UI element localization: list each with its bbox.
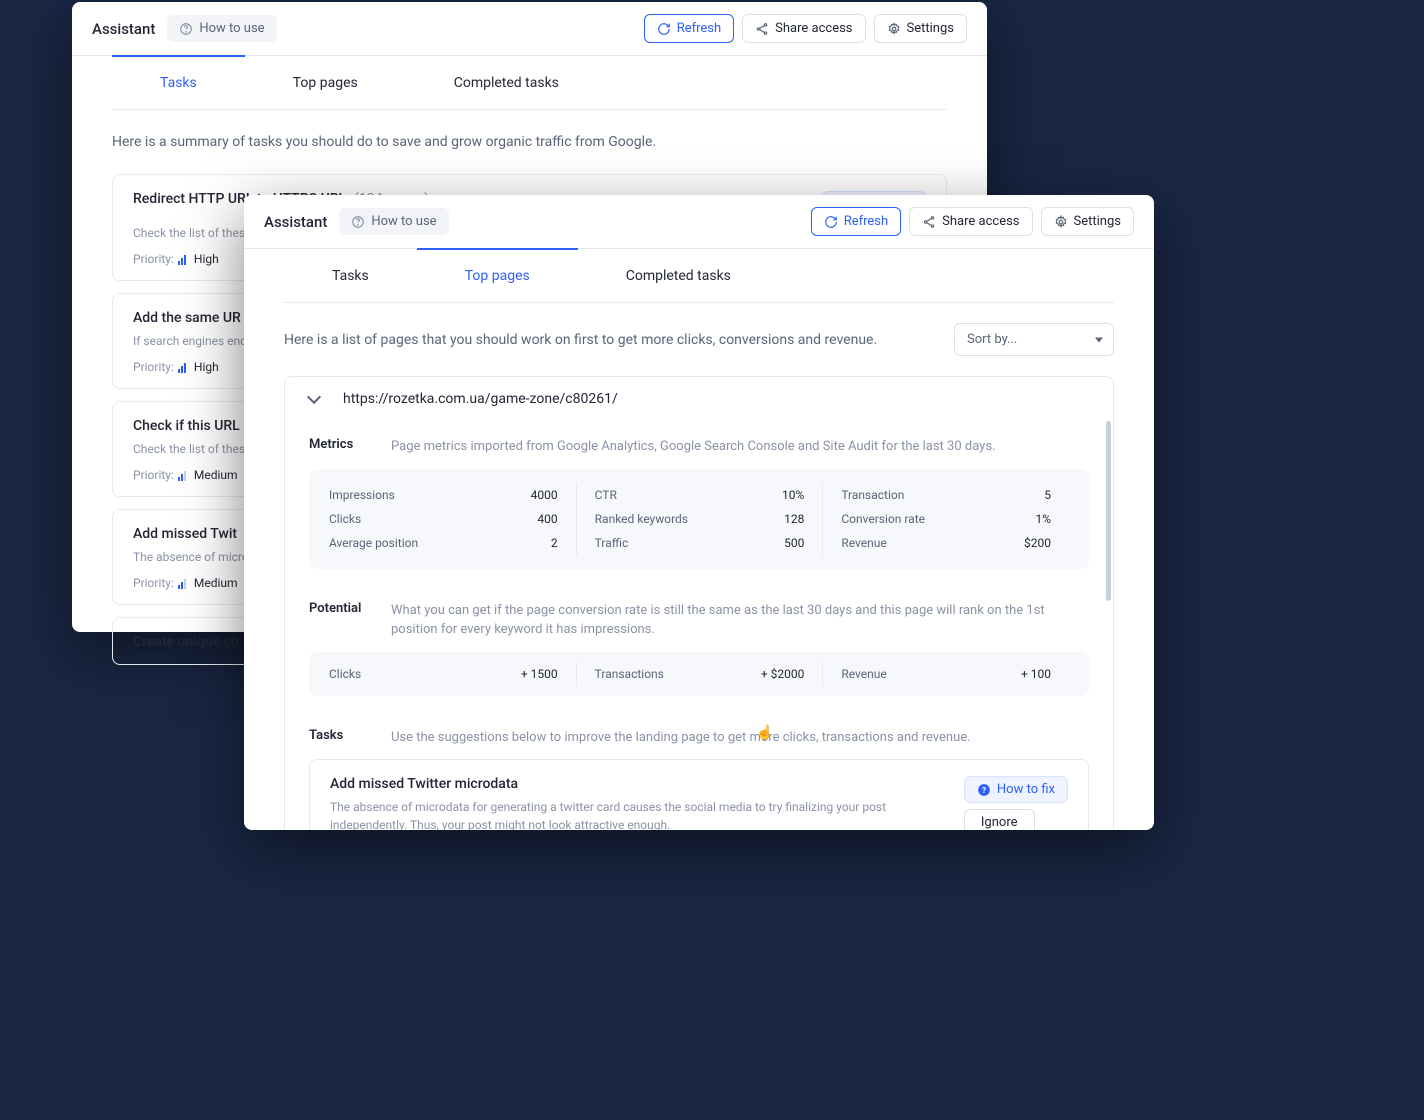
settings-button[interactable]: Settings (1041, 207, 1134, 236)
subtask-description: The absence of microdata for generating … (330, 798, 952, 830)
tabs: Tasks Top pages Completed tasks (284, 249, 1114, 303)
tabs: Tasks Top pages Completed tasks (112, 56, 947, 110)
gear-icon (1054, 215, 1068, 229)
task-title: Create unique co (133, 634, 239, 650)
metrics-desc: Page metrics imported from Google Analyt… (391, 437, 995, 457)
priority-bars-icon (178, 255, 186, 265)
app-title: Assistant (264, 213, 327, 231)
share-button[interactable]: Share access (742, 14, 865, 43)
priority-bars-icon (178, 363, 186, 373)
task-title: Check if this URL (133, 418, 240, 434)
share-icon (755, 22, 769, 36)
share-icon (922, 215, 936, 229)
intro-text: Here is a list of pages that you should … (284, 332, 954, 348)
sort-by-select[interactable]: Sort by... (954, 323, 1114, 356)
priority-bars-icon (178, 471, 186, 481)
tab-completed[interactable]: Completed tasks (578, 248, 779, 302)
page-url-row[interactable]: https://rozetka.com.ua/game-zone/c80261/ (285, 377, 1113, 421)
help-icon: ? (977, 783, 991, 797)
refresh-button[interactable]: Refresh (644, 14, 734, 43)
priority-bars-icon (178, 579, 186, 589)
help-icon (351, 215, 365, 229)
settings-button[interactable]: Settings (874, 14, 967, 43)
task-title: Add the same UR (133, 310, 241, 326)
potential-grid: Clicks+ 1500 Transactions+ $2000 Revenue… (309, 652, 1089, 696)
refresh-icon (824, 215, 838, 229)
assistant-panel-top-pages: Assistant How to use Refresh Share acces… (244, 195, 1154, 830)
svg-text:?: ? (982, 784, 986, 794)
tab-top-pages[interactable]: Top pages (417, 248, 578, 302)
metrics-grid: Impressions4000 Clicks400 Average positi… (309, 469, 1089, 569)
refresh-button[interactable]: Refresh (811, 207, 901, 236)
task-title: Add missed Twit (133, 526, 237, 542)
tab-completed[interactable]: Completed tasks (406, 55, 607, 109)
tab-tasks[interactable]: Tasks (284, 248, 417, 302)
chevron-down-icon (307, 390, 321, 404)
header: Assistant How to use Refresh Share acces… (72, 2, 987, 56)
page-url: https://rozetka.com.ua/game-zone/c80261/ (343, 391, 618, 407)
how-to-fix-button[interactable]: ?How to fix (964, 776, 1068, 803)
share-button[interactable]: Share access (909, 207, 1032, 236)
metrics-label: Metrics (309, 437, 369, 452)
potential-label: Potential (309, 601, 369, 616)
tab-top-pages[interactable]: Top pages (245, 55, 406, 109)
intro-text: Here is a summary of tasks you should do… (112, 110, 947, 174)
subtask-card: Add missed Twitter microdata The absence… (309, 759, 1089, 830)
tab-tasks[interactable]: Tasks (112, 55, 245, 109)
potential-desc: What you can get if the page conversion … (391, 601, 1089, 640)
how-to-use-button[interactable]: How to use (167, 15, 276, 42)
tasks-label: Tasks (309, 728, 369, 743)
ignore-button[interactable]: Ignore (964, 809, 1035, 830)
how-to-use-button[interactable]: How to use (339, 208, 448, 235)
subtask-title: Add missed Twitter microdata (330, 776, 952, 792)
app-title: Assistant (92, 20, 155, 38)
tasks-desc: Use the suggestions below to improve the… (391, 728, 971, 748)
header: Assistant How to use Refresh Share acces… (244, 195, 1154, 249)
page-card: https://rozetka.com.ua/game-zone/c80261/… (284, 376, 1114, 830)
help-icon (179, 22, 193, 36)
gear-icon (887, 22, 901, 36)
refresh-icon (657, 22, 671, 36)
